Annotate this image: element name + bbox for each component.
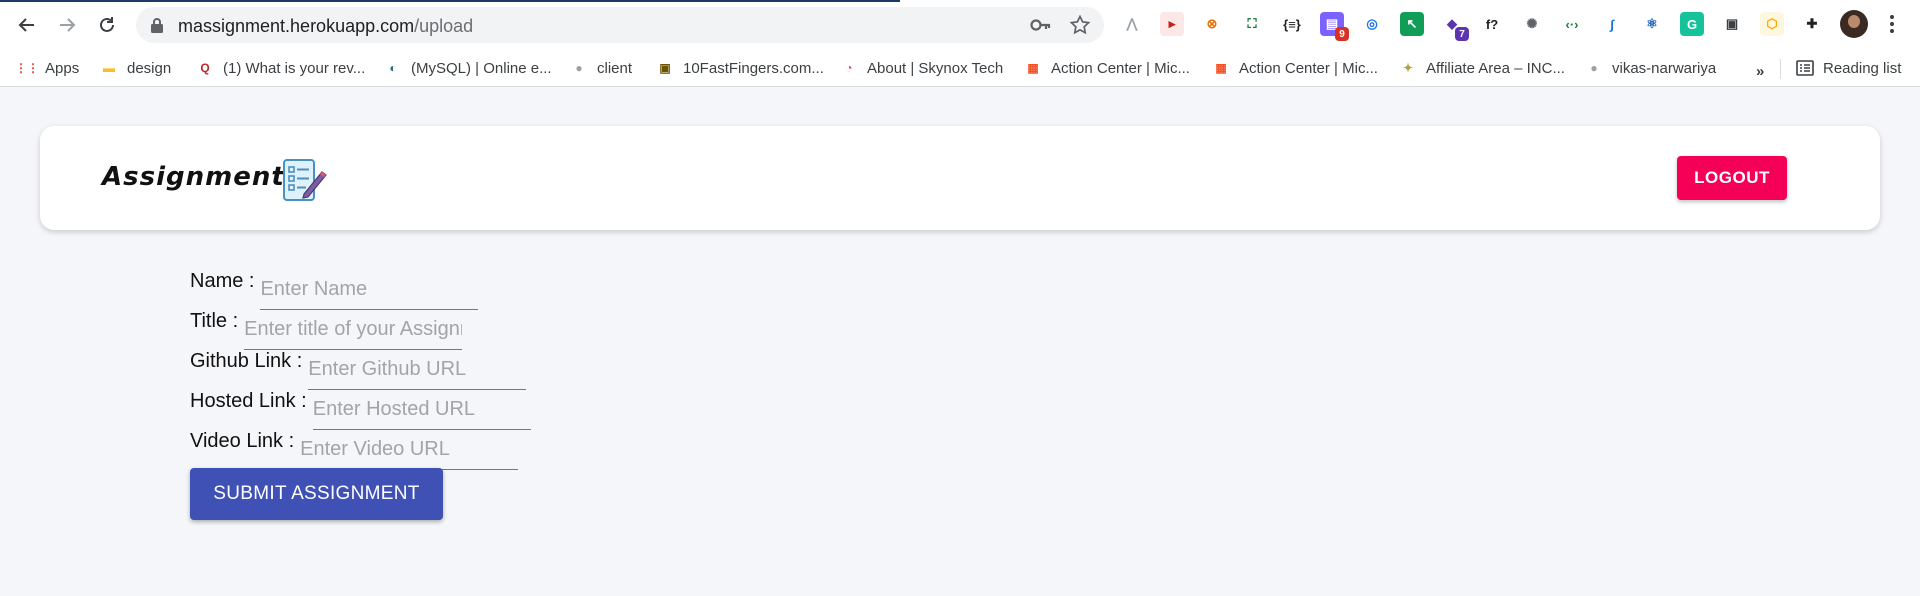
reload-icon <box>100 17 114 32</box>
hosted-link-field-row: Hosted Link : <box>190 390 531 430</box>
page-load-indicator <box>0 0 900 2</box>
bookmark-action-center-1[interactable]: ▦ Action Center | Mic... <box>1024 57 1190 79</box>
title-field-row: Title : <box>190 310 463 350</box>
extension-font-icon[interactable]: f? <box>1480 12 1504 36</box>
bookmark-label: (1) What is your rev... <box>223 59 366 77</box>
submit-assignment-button[interactable]: SUBMIT ASSIGNMENT <box>190 468 443 520</box>
extension-hexagon-icon[interactable]: ⬡ <box>1760 12 1784 36</box>
reading-list-icon <box>1796 59 1814 77</box>
back-button[interactable] <box>12 10 42 40</box>
bookmarks-overflow-button[interactable]: » <box>1756 63 1764 80</box>
forward-button[interactable] <box>52 10 82 40</box>
extension-glasses-icon[interactable]: ◎ <box>1360 12 1384 36</box>
bookmark-client[interactable]: ● client <box>570 57 632 79</box>
browser-toolbar: massignment.herokuapp.com/upload ⋀ ▸ ⊗ ⛶ {≡}… <box>0 0 1920 49</box>
reading-list-label: Reading list <box>1823 59 1902 77</box>
reload-button[interactable] <box>92 10 122 40</box>
bookmark-label: vikas-narwariya <box>1612 59 1717 77</box>
extension-react-icon[interactable]: ⚛ <box>1640 12 1664 36</box>
forward-arrow-icon <box>60 18 76 32</box>
extension-grammarly-icon[interactable]: G <box>1680 12 1704 36</box>
address-bar[interactable]: massignment.herokuapp.com/upload <box>136 7 1104 43</box>
skynox-icon: ◔ <box>845 61 853 75</box>
video-link-input[interactable] <box>300 432 519 470</box>
github-link-field-row: Github Link : <box>190 350 527 390</box>
video-link-field-row: Video Link : <box>190 430 519 470</box>
name-label: Name : <box>190 270 255 292</box>
extensions-puzzle-icon[interactable]: ✚ <box>1800 12 1824 36</box>
extension-video-icon[interactable]: ▸ <box>1160 12 1184 36</box>
microsoft-icon: ▦ <box>1215 61 1227 75</box>
lock-icon <box>151 18 163 33</box>
back-arrow-icon <box>18 18 34 32</box>
name-field-row: Name : <box>190 270 479 310</box>
folder-icon: ▬ <box>103 61 115 75</box>
key-icon[interactable] <box>1030 16 1052 34</box>
assignment-checklist-icon <box>283 159 327 201</box>
bookmark-label: (MySQL) | Online e... <box>411 59 552 77</box>
extension-screenshot-icon[interactable]: ⛶ <box>1240 12 1264 36</box>
bookmark-quora[interactable]: Q (1) What is your rev... <box>196 57 365 79</box>
url-path: /upload <box>414 16 474 36</box>
github-icon: ● <box>1590 61 1598 75</box>
bookmark-label: Action Center | Mic... <box>1051 59 1190 77</box>
video-link-label: Video Link : <box>190 430 295 452</box>
github-link-label: Github Link : <box>190 350 303 372</box>
bookmark-star-icon[interactable] <box>1070 15 1090 35</box>
bookmark-vikas[interactable]: ● vikas-narwariya <box>1585 57 1716 79</box>
bookmarks-divider <box>1780 59 1781 79</box>
bookmark-action-center-2[interactable]: ▦ Action Center | Mic... <box>1212 57 1378 79</box>
quora-icon: Q <box>200 61 210 75</box>
extension-gear-icon[interactable]: ✺ <box>1520 12 1544 36</box>
extension-chat-icon[interactable]: ▤ 9 <box>1320 12 1349 41</box>
logout-button[interactable]: LOGOUT <box>1677 156 1787 200</box>
bookmark-label: About | Skynox Tech <box>867 59 1004 77</box>
microsoft-icon: ▦ <box>1027 61 1039 75</box>
extension-triangle-icon[interactable]: ⋀ <box>1120 12 1144 36</box>
extension-badge: 7 <box>1455 27 1469 41</box>
app-header: Assignment LOGOUT <box>40 126 1880 230</box>
bookmark-skynox[interactable]: ◔ About | Skynox Tech <box>840 57 1003 79</box>
extension-badge: 9 <box>1335 27 1349 41</box>
name-input[interactable] <box>260 272 479 310</box>
url-host: massignment.herokuapp.com <box>178 16 415 36</box>
github-link-input[interactable] <box>308 352 527 390</box>
extension-feather-icon[interactable]: ∫ <box>1600 12 1624 36</box>
title-label: Title : <box>190 310 239 332</box>
bookmark-10fastfingers[interactable]: ▣ 10FastFingers.com... <box>656 57 824 79</box>
url-text: massignment.herokuapp.com/upload <box>178 16 473 37</box>
extension-card-icon[interactable]: ▣ <box>1720 12 1744 36</box>
extension-json-icon[interactable]: {≡} <box>1280 12 1304 36</box>
apps-grid-icon: ⋮⋮ <box>15 61 39 75</box>
extension-code-icon[interactable]: ‹·› <box>1560 12 1584 36</box>
bookmark-label: client <box>597 59 633 77</box>
bookmark-label: Apps <box>45 59 80 77</box>
bookmark-label: Action Center | Mic... <box>1239 59 1378 77</box>
browser-menu-icon[interactable] <box>1880 12 1904 36</box>
profile-avatar[interactable] <box>1840 10 1868 38</box>
bookmark-label: design <box>127 59 172 77</box>
bookmark-label: 10FastFingers.com... <box>683 59 824 77</box>
hosted-link-input[interactable] <box>312 392 531 430</box>
bookmark-apps[interactable]: ⋮⋮ Apps <box>15 57 80 79</box>
fastfingers-icon: ▣ <box>659 61 671 75</box>
bookmark-mysql[interactable]: ◐ (MySQL) | Online e... <box>384 57 552 79</box>
bookmark-affiliate[interactable]: ✦ Affiliate Area – INC... <box>1399 57 1565 79</box>
bookmarks-bar: ⋮⋮ Apps ▬ design Q (1) What is your rev... ◐ (M… <box>0 49 1920 87</box>
extension-target-icon[interactable]: ⊗ <box>1200 12 1224 36</box>
bookmark-design[interactable]: ▬ design <box>100 57 171 79</box>
mysql-icon: ◐ <box>389 61 397 75</box>
github-icon: ● <box>575 61 583 75</box>
app-logo-text: Assignment <box>102 162 285 192</box>
extension-graduation-icon[interactable]: ◆ 7 <box>1440 12 1469 41</box>
extension-cursor-icon[interactable]: ↖ <box>1400 12 1424 36</box>
hosted-link-label: Hosted Link : <box>190 390 307 412</box>
title-input[interactable] <box>244 312 463 350</box>
bookmark-label: Affiliate Area – INC... <box>1426 59 1565 77</box>
reading-list-button[interactable]: Reading list <box>1796 57 1901 79</box>
lightbulb-icon: ✦ <box>1402 61 1414 75</box>
